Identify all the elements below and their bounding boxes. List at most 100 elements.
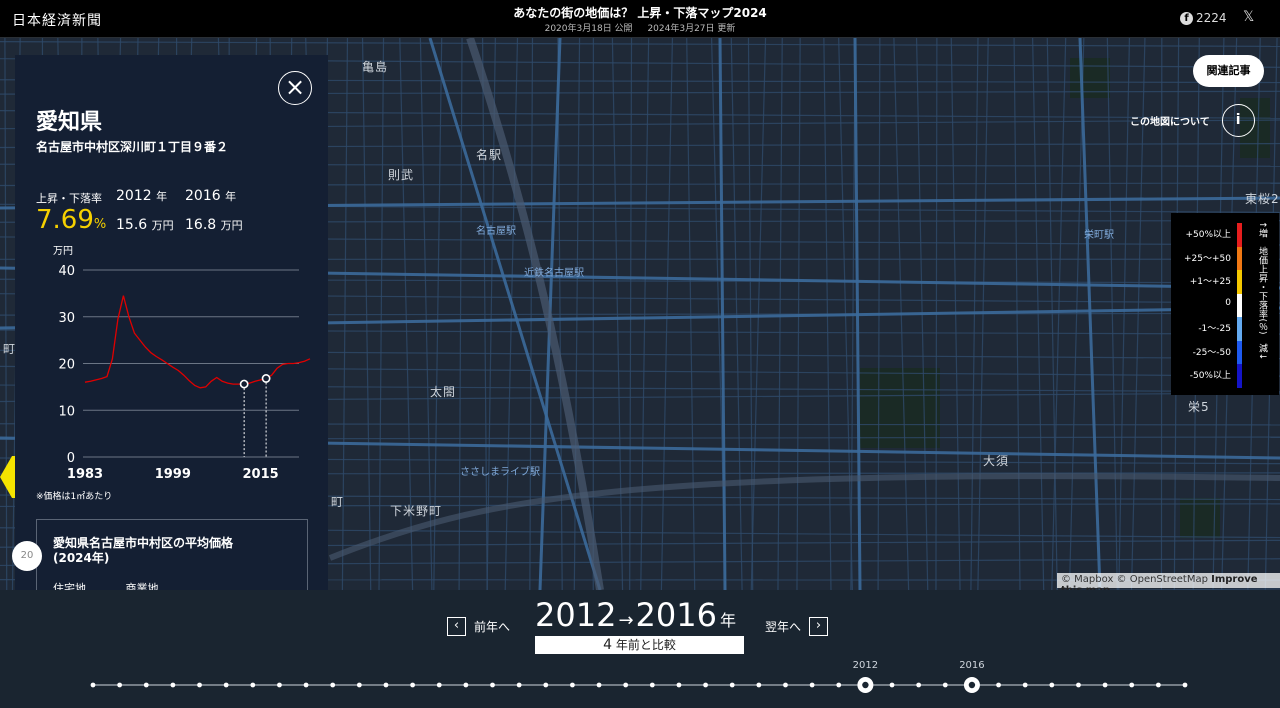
next-year-label: 翌年へ: [765, 620, 802, 634]
year-to: 2016 年: [185, 188, 237, 204]
timeline-year-dot[interactable]: [623, 682, 629, 688]
y-tick-label: 40: [58, 264, 75, 279]
timeline-year-dot[interactable]: [596, 682, 602, 688]
station-label: ささしまライブ駅: [460, 467, 540, 478]
place-label: 町: [331, 495, 345, 509]
timeline-year-dot[interactable]: [410, 682, 416, 688]
x-tick-label: 1999: [155, 467, 191, 482]
timeline-year-dot[interactable]: [916, 682, 922, 688]
related-articles-button[interactable]: 関連記事: [1193, 55, 1264, 87]
x-share-icon[interactable]: 𝕏: [1243, 10, 1257, 24]
app-root: 日本経済新聞 あなたの街の地価は？ 上昇・下落マップ2024 2020年3月18…: [0, 0, 1280, 708]
timeline-year-dot[interactable]: [1076, 682, 1081, 688]
place-label: 大須: [983, 454, 1010, 468]
timeline-year-dot[interactable]: [170, 682, 176, 688]
legend-title: ↑増 地価上昇・下落率(％) 減↓: [1257, 221, 1267, 361]
legend-label: +25〜+50: [1184, 253, 1231, 264]
arrow-right-icon: →: [618, 610, 634, 631]
timeline-selected-inner: [968, 681, 976, 689]
about-map-button[interactable]: この地図について i: [1130, 104, 1255, 137]
y-tick-label: 0: [67, 451, 75, 466]
x-tick-label: 2015: [243, 467, 279, 482]
facebook-share-count: 2224: [1196, 11, 1227, 25]
side-scroll-badge[interactable]: 20: [12, 541, 42, 571]
timeline-year-dot[interactable]: [676, 682, 682, 688]
timeline-year-dot[interactable]: [809, 682, 815, 688]
timeline-year-dot[interactable]: [303, 682, 309, 688]
timeline-year-dot[interactable]: [277, 682, 282, 688]
place-label: 下米野町: [390, 504, 443, 518]
timeline-year-dot[interactable]: [1182, 682, 1188, 688]
year-timeline-slider[interactable]: 2012 2016: [0, 650, 1280, 708]
legend-label: -25〜-50: [1192, 347, 1231, 358]
timeline-year-label: 2016: [959, 660, 984, 671]
timeline-year-dot[interactable]: [117, 682, 123, 688]
timeline-year-dot[interactable]: [942, 682, 948, 688]
timeline-year-dot[interactable]: [783, 682, 788, 688]
map-legend: +50%以上 +25〜+50 +1〜+25 0 -1〜-25 -25〜-50 -50%以上 …: [1171, 213, 1279, 395]
legend-label: +50%以上: [1185, 230, 1231, 240]
timeline-year-dot[interactable]: [463, 682, 469, 688]
timeline-year-dot[interactable]: [1049, 682, 1055, 688]
page-title: あなたの街の地価は？ 上昇・下落マップ2024: [513, 6, 767, 20]
price-history-chart: 万円 0 10 20 30 40 1983 1999 2015: [53, 246, 311, 482]
updated-date: 2024年3月27日 更新: [647, 24, 736, 34]
previous-year-button[interactable]: ‹ 前年へ: [447, 617, 510, 636]
timeline-year-dot[interactable]: [490, 682, 495, 688]
timeline-year-dot[interactable]: [836, 682, 842, 688]
year-marker-point: [261, 374, 271, 383]
timeline-year-dot[interactable]: [356, 682, 362, 688]
year-from: 2012 年: [116, 188, 168, 204]
about-map-label: この地図について: [1130, 117, 1210, 128]
timeline-year-dot[interactable]: [330, 682, 336, 688]
timeline-year-dot[interactable]: [90, 682, 96, 688]
timeline-year-dot[interactable]: [383, 682, 389, 688]
timeline-year-dot[interactable]: [1022, 682, 1028, 688]
timeline-year-dot[interactable]: [570, 682, 575, 688]
place-label: 東桜2: [1245, 192, 1280, 206]
average-price-columns: 住宅地 商業地: [53, 580, 195, 590]
place-label: 亀島: [362, 60, 389, 74]
next-year-button[interactable]: 翌年へ ›: [765, 617, 829, 636]
timeline-year-dot[interactable]: [1155, 682, 1161, 688]
timeline-year-dot[interactable]: [250, 682, 256, 688]
legend-color-swatch: [1237, 317, 1242, 341]
mapbox-attribution-link[interactable]: © Mapbox: [1061, 574, 1113, 585]
average-price-box: 愛知県名古屋市中村区の平均価格(2024年) 住宅地 商業地: [36, 519, 308, 590]
timeline-year-dot[interactable]: [756, 682, 762, 688]
timeline-year-dot[interactable]: [1102, 682, 1108, 688]
facebook-share-button[interactable]: f 2224: [1180, 11, 1227, 25]
timeline-year-dot[interactable]: [649, 682, 655, 688]
map-attribution: © Mapbox © OpenStreetMap Improve this ma…: [1057, 573, 1280, 590]
timeline-year-dot[interactable]: [543, 682, 549, 688]
legend-color-swatch: [1237, 293, 1242, 317]
legend-color-swatch: [1237, 246, 1242, 270]
timeline-year-dot[interactable]: [729, 682, 735, 688]
timeline-year-dot[interactable]: [703, 682, 708, 688]
info-icon: i: [1221, 104, 1255, 137]
station-label: 栄町駅: [1084, 230, 1114, 241]
previous-year-label: 前年へ: [474, 620, 511, 634]
timeline-year-dot[interactable]: [889, 682, 895, 688]
timeline-year-dot[interactable]: [996, 682, 1001, 688]
location-address: 名古屋市中村区深川町１丁目９番２: [36, 140, 229, 154]
legend-color-swatch: [1237, 364, 1242, 388]
legend-color-swatch: [1237, 223, 1242, 247]
timeline-year-dot[interactable]: [143, 682, 149, 688]
year-range: 2012 → 2016 年: [535, 596, 736, 634]
price-to: 16.8 万円: [185, 217, 243, 233]
from-year: 2012: [535, 596, 617, 634]
timeline-year-dot[interactable]: [516, 682, 522, 688]
legend-color-swatch: [1237, 270, 1242, 294]
year-unit: 年: [719, 611, 736, 630]
timeline-year-dot[interactable]: [223, 682, 229, 688]
legend-label: -1〜-25: [1198, 324, 1231, 334]
timeline-year-dot[interactable]: [197, 682, 202, 688]
page-dates: 2020年3月18日 公開 2024年3月27日 更新: [0, 21, 1280, 34]
legend-color-swatch: [1237, 340, 1242, 364]
place-label: 則武: [388, 168, 415, 182]
timeline-year-dot[interactable]: [1129, 682, 1135, 688]
timeline-year-dot[interactable]: [436, 682, 442, 688]
close-panel-button[interactable]: ×: [278, 71, 312, 105]
osm-attribution-link[interactable]: © OpenStreetMap: [1117, 574, 1208, 585]
